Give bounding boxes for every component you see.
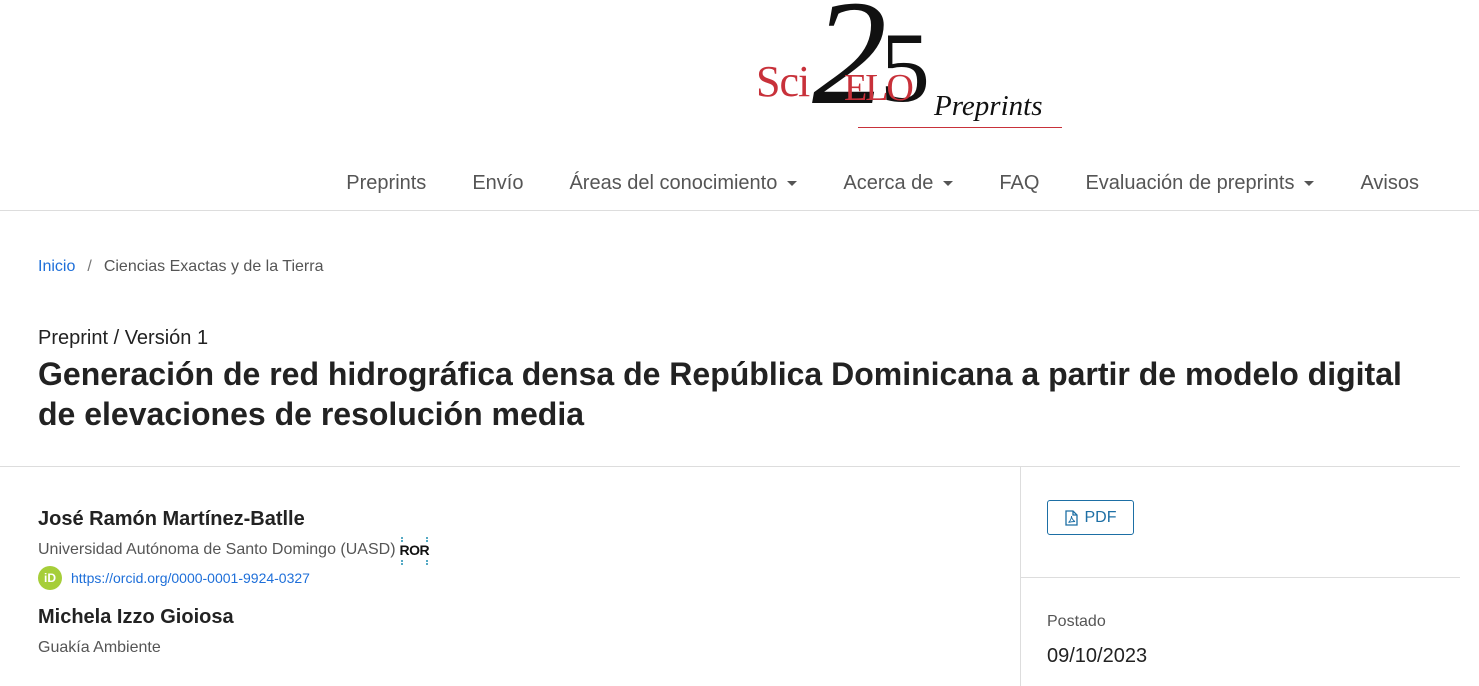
author-name: Michela Izzo Gioiosa — [38, 606, 234, 628]
nav-item-label: Avisos — [1360, 171, 1419, 194]
nav-item-faq[interactable]: FAQ — [976, 172, 1062, 195]
sidebar-divider — [1020, 466, 1021, 686]
logo-preprints: Preprints — [934, 90, 1043, 122]
sidebar-section-divider — [1021, 577, 1460, 578]
author-entry: José Ramón Martínez-Batlle Universidad A… — [38, 508, 430, 590]
nav-item-label: Acerca de — [843, 171, 934, 194]
chevron-down-icon — [1304, 180, 1315, 186]
orcid-link[interactable]: https://orcid.org/0000-0001-9924-0327 — [71, 570, 310, 586]
pdf-file-icon — [1064, 509, 1078, 526]
breadcrumb-home-link[interactable]: Inicio — [38, 258, 75, 276]
chevron-down-icon — [787, 180, 798, 186]
nav-item-areas[interactable]: Áreas del conocimiento — [546, 172, 820, 195]
scielo-preprints-logo[interactable]: 2 5 Sci ELO Preprints — [752, 0, 1072, 140]
author-affiliation: Guakía Ambiente — [38, 639, 234, 657]
author-entry: Michela Izzo Gioiosa Guakía Ambiente — [38, 606, 234, 657]
logo-elo: ELO — [844, 67, 914, 109]
affiliation-text: Universidad Autónoma de Santo Domingo (U… — [38, 541, 396, 558]
nav-item-acerca[interactable]: Acerca de — [820, 172, 976, 195]
nav-item-label: Preprints — [346, 171, 427, 194]
logo-underline — [858, 127, 1062, 128]
posted-date: 09/10/2023 — [1047, 645, 1148, 667]
logo-sci: Sci — [756, 57, 810, 106]
author-name: José Ramón Martínez-Batlle — [38, 508, 305, 530]
main-nav: Preprints Envío Áreas del conocimiento A… — [323, 166, 1419, 200]
posted-label: Postado — [1047, 613, 1106, 630]
breadcrumb-current: Ciencias Exactas y de la Tierra — [103, 258, 324, 275]
nav-item-preprints[interactable]: Preprints — [323, 172, 449, 195]
chevron-down-icon — [943, 180, 954, 186]
pdf-download-button[interactable]: PDF — [1047, 500, 1134, 535]
nav-item-evaluacion[interactable]: Evaluación de preprints — [1062, 172, 1337, 195]
pdf-button-label: PDF — [1084, 508, 1117, 526]
page-title: Generación de red hidrográfica densa de … — [38, 356, 1402, 432]
nav-item-label: FAQ — [999, 171, 1040, 194]
nav-item-avisos[interactable]: Avisos — [1337, 172, 1419, 195]
breadcrumb-separator: / — [87, 258, 92, 275]
nav-item-envio[interactable]: Envío — [449, 172, 546, 195]
article-version-label: Preprint / Versión 1 — [38, 327, 209, 349]
breadcrumb: Inicio / Ciencias Exactas y de la Tierra — [38, 258, 323, 276]
nav-divider — [0, 210, 1479, 211]
affiliation-text: Guakía Ambiente — [38, 639, 161, 656]
orcid-row: iD https://orcid.org/0000-0001-9924-0327 — [38, 566, 429, 590]
nav-item-label: Áreas del conocimiento — [569, 171, 778, 194]
orcid-icon: iD — [38, 566, 62, 590]
ror-icon[interactable]: ROR — [400, 537, 430, 563]
nav-item-label: Evaluación de preprints — [1085, 171, 1295, 194]
nav-item-label: Envío — [472, 171, 524, 194]
content-divider — [0, 466, 1460, 467]
author-affiliation: Universidad Autónoma de Santo Domingo (U… — [38, 537, 430, 563]
